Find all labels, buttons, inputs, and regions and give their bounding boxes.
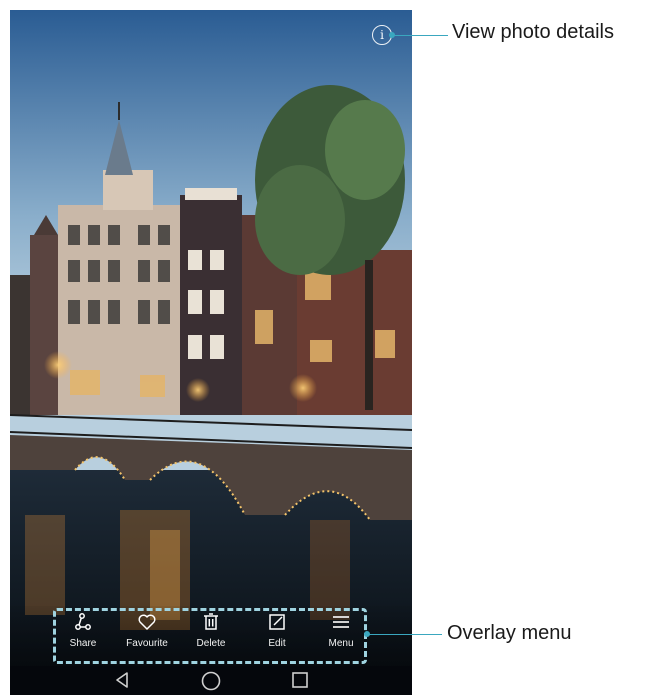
details-callout-label: View photo details [452,21,614,43]
navigation-bar [10,666,412,695]
home-icon[interactable] [201,671,221,691]
details-callout-line [393,35,448,36]
overlay-menu-highlight [53,608,367,664]
back-icon[interactable] [113,671,131,689]
menu-callout-label: Overlay menu [447,622,572,644]
recents-icon[interactable] [291,671,309,689]
menu-callout-line [368,634,442,635]
photo[interactable] [10,10,412,695]
phone-screen: i Share Favourite Delete Edit Menu [10,10,412,695]
